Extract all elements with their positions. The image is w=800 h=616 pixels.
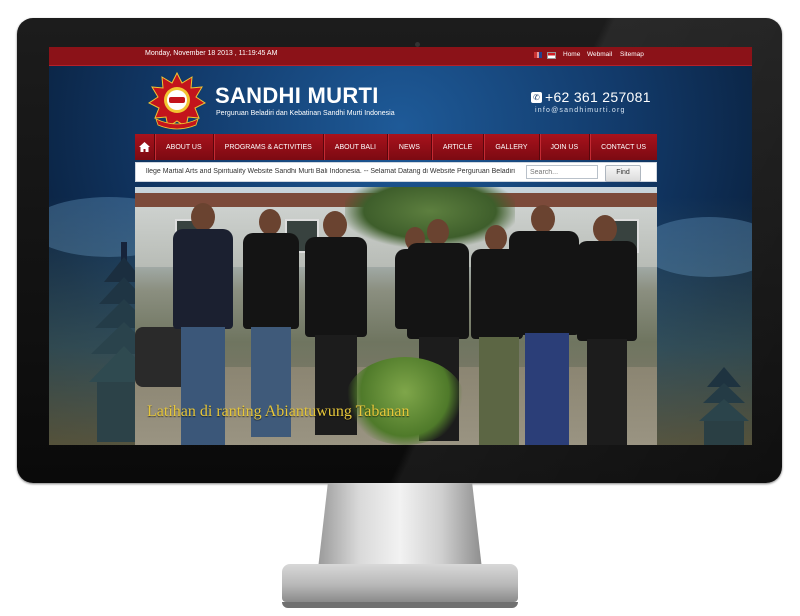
nav-home-button[interactable] [135,134,155,160]
nav-contact-us[interactable]: CONTACT US [590,134,657,160]
nav-about-bali[interactable]: ABOUT BALI [324,134,388,160]
top-bar: Monday, November 18 2013 , 11:19:45 AM H… [49,47,752,66]
nav-programs-activities[interactable]: PROGRAMS & ACTIVITIES [214,134,324,160]
site-subtitle: Perguruan Beladiri dan Kebatinan Sandhi … [216,110,395,117]
phone-number: +62 361 257081 [545,89,651,105]
nav-gallery[interactable]: GALLERY [484,134,540,160]
nav-join-us[interactable]: JOIN US [540,134,591,160]
news-ticker-bar: llege Martial Arts and Spirituality Webs… [135,162,657,182]
phone-icon: ✆ [531,92,542,103]
top-link-webmail[interactable]: Webmail [587,51,612,58]
nav-about-us[interactable]: ABOUT US [155,134,214,160]
site-title[interactable]: SANDHI MURTI [215,83,379,109]
top-link-home[interactable]: Home [563,51,580,58]
current-datetime: Monday, November 18 2013 , 11:19:45 AM [145,50,278,57]
top-link-sitemap[interactable]: Sitemap [620,51,644,58]
temple-silhouette-right [699,367,749,445]
slideshow-photo[interactable]: Latihan di ranting Abiantuwung Tabanan [135,187,657,445]
nav-news[interactable]: NEWS [388,134,432,160]
nav-article[interactable]: ARTICLE [432,134,485,160]
photo-potted-plant [345,357,465,445]
contact-email[interactable]: info@sandhimurti.org [535,107,626,114]
english-flag-icon[interactable] [534,52,542,58]
monitor-base [282,564,518,608]
main-navigation: ABOUT US PROGRAMS & ACTIVITIES ABOUT BAL… [135,134,657,160]
slideshow-caption: Latihan di ranting Abiantuwung Tabanan [147,403,410,420]
website-screen: Monday, November 18 2013 , 11:19:45 AM H… [49,47,752,445]
find-button[interactable]: Find [605,165,641,182]
ticker-text[interactable]: llege Martial Arts and Spirituality Webs… [146,168,516,175]
search-input[interactable] [526,165,598,179]
sandhi-murti-logo[interactable] [146,71,208,131]
monitor-stand [318,483,482,569]
home-icon [139,142,150,152]
indonesian-flag-icon[interactable] [547,52,556,59]
